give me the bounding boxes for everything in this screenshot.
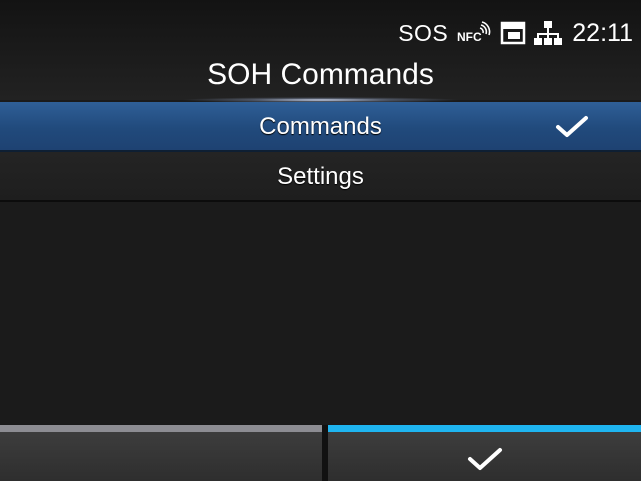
confirm-softkey-button[interactable]: [328, 425, 641, 481]
storage-card-icon: [500, 21, 526, 45]
sos-indicator: SOS: [398, 19, 449, 46]
menu-item-settings[interactable]: Settings: [0, 152, 641, 202]
nfc-icon: NFC: [456, 20, 492, 46]
status-bar: SOS NFC 22:11: [398, 18, 633, 48]
menu-item-label: Settings: [277, 163, 364, 190]
menu-item-label: Commands: [259, 113, 382, 140]
printer-screen: SOS NFC 22:11 SOH Commands Commands Sett…: [0, 0, 641, 481]
page-title: SOH Commands: [207, 58, 434, 91]
menu-list: Commands Settings: [0, 102, 641, 424]
header: SOS NFC 22:11 SOH Commands: [0, 0, 641, 103]
nfc-icon-label: NFC: [457, 30, 482, 44]
network-icon: [534, 20, 563, 46]
checkmark-icon: [556, 116, 588, 137]
checkmark-icon: [467, 448, 502, 470]
softkey-bar: [0, 425, 641, 481]
left-softkey-button[interactable]: [0, 425, 322, 481]
menu-item-commands[interactable]: Commands: [0, 102, 641, 152]
clock: 22:11: [572, 18, 633, 47]
